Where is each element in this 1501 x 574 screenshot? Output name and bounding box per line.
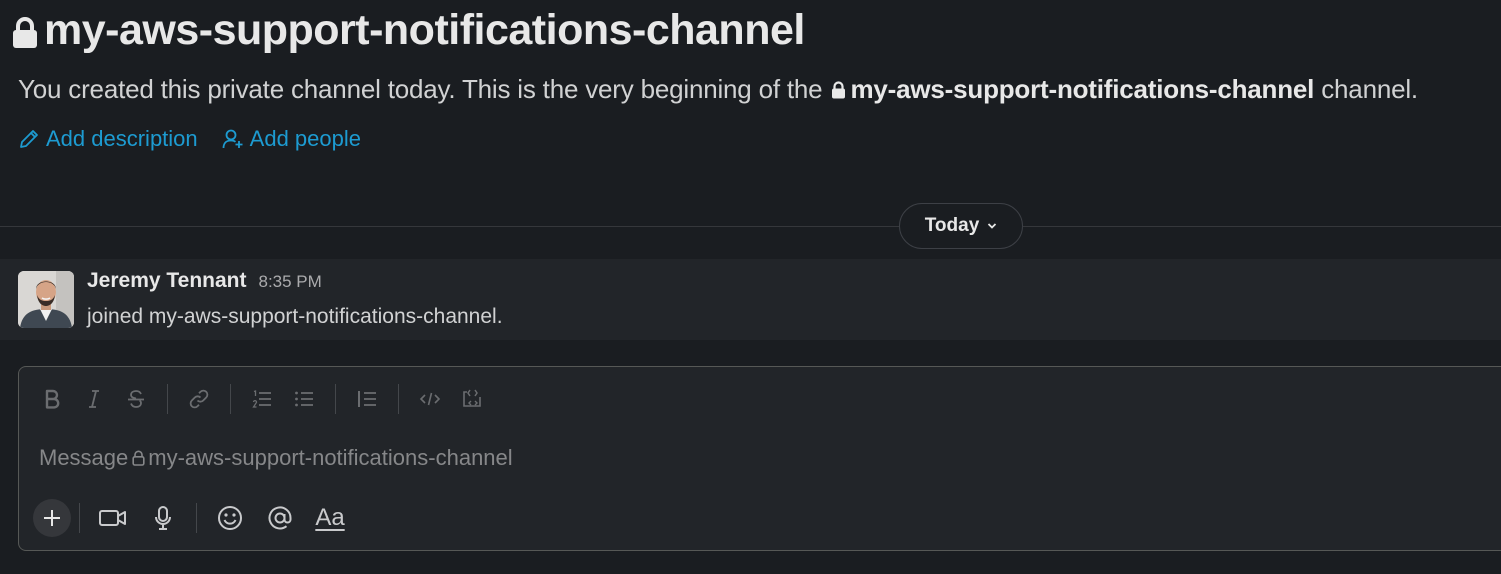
toolbar-divider [196, 503, 197, 533]
message-timestamp[interactable]: 8:35 PM [259, 272, 322, 292]
emoji-button[interactable] [205, 499, 255, 537]
add-people-button[interactable]: Add people [222, 126, 361, 152]
blockquote-button[interactable] [346, 381, 388, 417]
placeholder-prefix: Message [39, 445, 129, 470]
strikethrough-button[interactable] [115, 381, 157, 417]
intro-prefix: You created this private channel today. … [18, 74, 823, 104]
ordered-list-button[interactable] [241, 381, 283, 417]
formatting-toolbar [31, 381, 493, 417]
lock-icon [13, 16, 37, 48]
composer-actions: Aa [33, 499, 355, 537]
channel-view: my-aws-support-notifications-channel You… [0, 0, 1501, 574]
intro-suffix: channel. [1321, 74, 1418, 104]
add-description-label: Add description [46, 126, 198, 151]
video-clip-button[interactable] [88, 499, 138, 537]
code-button[interactable] [409, 381, 451, 417]
avatar-image [18, 271, 74, 328]
code-block-button[interactable] [451, 381, 493, 417]
placeholder-channel: my-aws-support-notifications-channel [148, 445, 513, 470]
lock-icon [832, 81, 846, 99]
bullet-list-icon [295, 391, 313, 407]
toolbar-divider [79, 503, 80, 533]
link-button[interactable] [178, 381, 220, 417]
day-divider-button[interactable]: Today [899, 203, 1023, 249]
lock-icon [132, 450, 145, 466]
message-header: Jeremy Tennant 8:35 PM [87, 269, 322, 293]
italic-icon [89, 390, 99, 408]
code-block-icon [463, 389, 481, 407]
italic-button[interactable] [73, 381, 115, 417]
toolbar-divider [335, 384, 336, 414]
link-icon [189, 389, 209, 409]
emoji-icon [218, 506, 242, 530]
toolbar-divider [398, 384, 399, 414]
channel-actions: Add description Add people [18, 126, 361, 152]
channel-name: my-aws-support-notifications-channel [44, 6, 805, 54]
add-person-icon [222, 129, 243, 149]
microphone-icon [155, 506, 171, 530]
message-text: joined my-aws-support-notifications-chan… [87, 305, 503, 328]
channel-title: my-aws-support-notifications-channel [12, 6, 805, 55]
font-format-icon: Aa [315, 504, 345, 531]
audio-clip-button[interactable] [138, 499, 188, 537]
at-sign-icon [268, 506, 292, 530]
message-composer: Message my-aws-support-notifications-cha… [18, 366, 1501, 551]
add-description-button[interactable]: Add description [18, 126, 198, 152]
attach-button[interactable] [33, 499, 71, 537]
message-row: Jeremy Tennant 8:35 PM joined my-aws-sup… [0, 259, 1501, 340]
day-divider-label: Today [924, 215, 980, 236]
avatar[interactable] [18, 271, 74, 328]
strikethrough-icon [128, 390, 144, 408]
mention-button[interactable] [255, 499, 305, 537]
blockquote-icon [358, 391, 376, 407]
code-icon [419, 392, 441, 406]
bold-icon [45, 389, 60, 409]
message-author[interactable]: Jeremy Tennant [87, 269, 247, 293]
chevron-down-icon [988, 223, 997, 229]
video-camera-icon [99, 510, 126, 526]
bold-button[interactable] [31, 381, 73, 417]
message-input[interactable]: Message my-aws-support-notifications-cha… [39, 445, 513, 471]
pencil-icon [20, 130, 38, 148]
add-people-label: Add people [249, 126, 361, 151]
intro-channel-name[interactable]: my-aws-support-notifications-channel [850, 74, 1314, 104]
channel-intro: You created this private channel today. … [18, 74, 1418, 105]
formatting-toggle-button[interactable]: Aa [305, 499, 355, 537]
plus-icon [44, 510, 60, 526]
day-divider-line [0, 226, 1501, 227]
ordered-list-icon [252, 390, 271, 408]
toolbar-divider [230, 384, 231, 414]
toolbar-divider [167, 384, 168, 414]
bullet-list-button[interactable] [283, 381, 325, 417]
